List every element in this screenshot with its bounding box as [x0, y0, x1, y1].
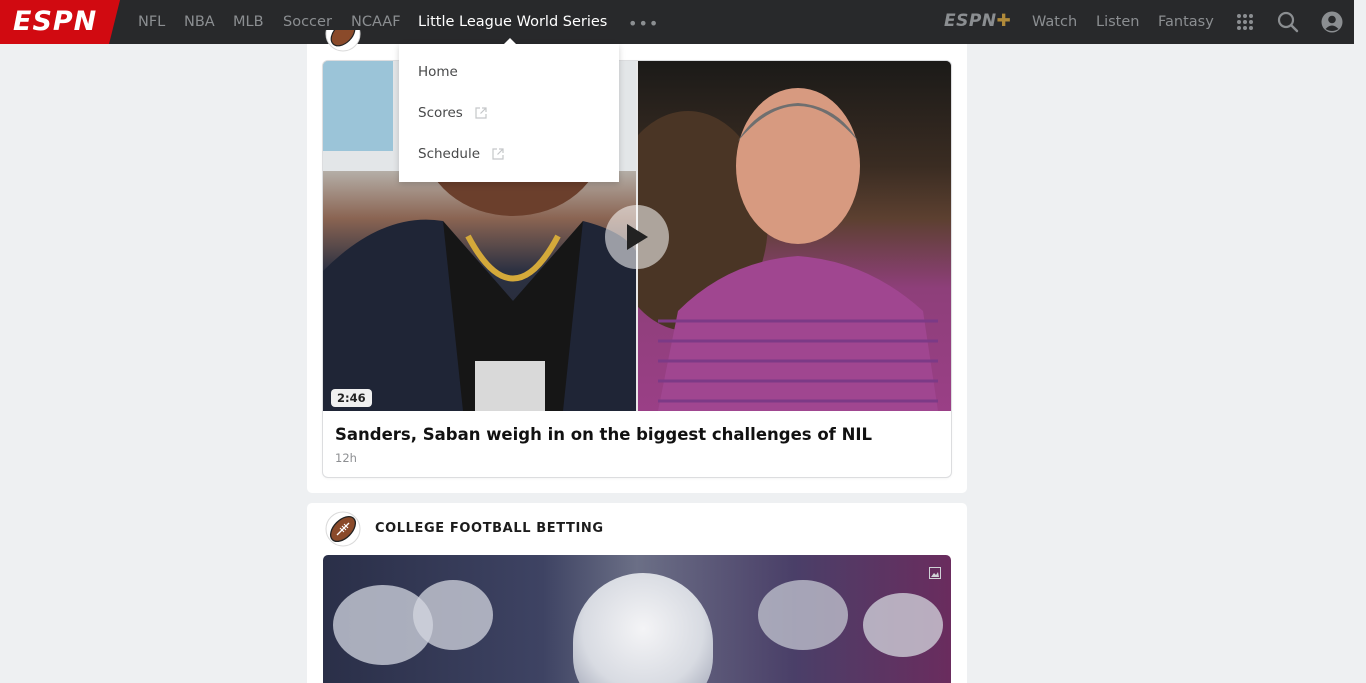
- football-icon: [325, 511, 361, 547]
- story-timestamp: 12h: [335, 451, 357, 465]
- dropdown-item-label: Scores: [418, 105, 463, 121]
- nav-link-nfl[interactable]: NFL: [138, 0, 165, 44]
- espn-plus-text: ESPN: [944, 11, 997, 31]
- video-thumbnail-right-panel: [638, 61, 951, 411]
- more-menu-button[interactable]: •••: [628, 14, 659, 33]
- espn-plus-logo[interactable]: ESPN✚: [944, 11, 1011, 31]
- external-link-icon: [475, 107, 487, 119]
- logo-text: ESPN: [13, 6, 98, 37]
- account-icon[interactable]: [1320, 0, 1344, 44]
- apps-grid-icon[interactable]: [1233, 0, 1257, 44]
- story-headline[interactable]: Sanders, Saban weigh in on the biggest c…: [335, 425, 872, 444]
- dropdown-caret: [503, 38, 517, 45]
- dropdown-item-home[interactable]: Home: [418, 64, 458, 80]
- nav-link-watch[interactable]: Watch: [1032, 0, 1077, 44]
- plus-icon: ✚: [996, 11, 1012, 31]
- dropdown-item-schedule[interactable]: Schedule: [418, 146, 504, 162]
- play-icon[interactable]: [605, 205, 669, 269]
- nav-link-fantasy[interactable]: Fantasy: [1158, 0, 1214, 44]
- scrollbar-track[interactable]: [1354, 0, 1366, 683]
- dropdown-item-label: Schedule: [418, 146, 481, 162]
- dropdown-item-label: Home: [418, 64, 458, 80]
- image-icon: [929, 564, 941, 583]
- video-duration: 2:46: [331, 389, 372, 407]
- story-image[interactable]: [323, 555, 951, 683]
- section-title[interactable]: COLLEGE FOOTBALL BETTING: [375, 521, 604, 536]
- nav-link-mlb[interactable]: MLB: [233, 0, 264, 44]
- search-icon[interactable]: [1275, 0, 1301, 44]
- top-nav: ESPN NFL NBA MLB Soccer NCAAF Little Lea…: [0, 0, 1354, 45]
- external-link-icon: [492, 148, 504, 160]
- league-dropdown-menu: Home Scores Schedule: [399, 44, 619, 182]
- dropdown-item-scores[interactable]: Scores: [418, 105, 487, 121]
- nav-link-nba[interactable]: NBA: [184, 0, 215, 44]
- espn-logo[interactable]: ESPN: [0, 0, 128, 44]
- football-icon: [325, 30, 361, 52]
- nav-link-listen[interactable]: Listen: [1096, 0, 1139, 44]
